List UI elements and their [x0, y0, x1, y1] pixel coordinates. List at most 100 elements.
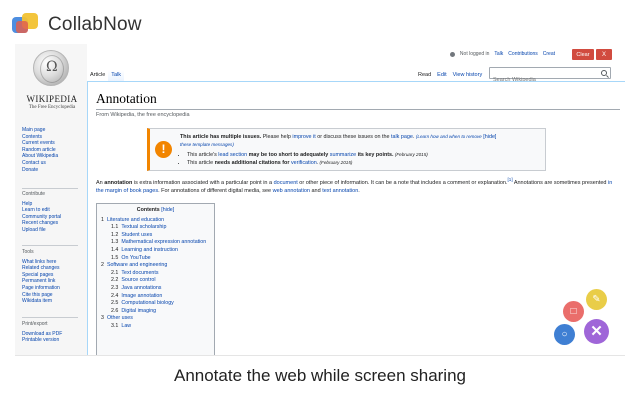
- issue-date: (February 2015): [318, 160, 352, 165]
- nav-divider: [22, 188, 78, 189]
- nav-header: Contribute: [22, 191, 86, 198]
- hide-issues-link[interactable]: [hide]: [482, 134, 497, 140]
- collabnow-logo-icon: [12, 11, 42, 39]
- web-annotation-link[interactable]: web annotation: [273, 188, 310, 194]
- title-divider: [96, 109, 620, 110]
- circle-tool-button[interactable]: ○: [554, 324, 575, 345]
- nav-link[interactable]: What links here: [22, 259, 86, 266]
- nav-header: Print/export: [22, 321, 86, 328]
- search-icon[interactable]: [601, 70, 607, 76]
- toc-item[interactable]: 2.5Computational biology: [101, 300, 214, 308]
- tab-read[interactable]: Read: [415, 70, 434, 81]
- nav-link[interactable]: Current events: [22, 140, 86, 147]
- template-messages-link[interactable]: these template messages): [180, 142, 234, 147]
- tab-view-history[interactable]: View history: [450, 70, 486, 81]
- verification-link[interactable]: verification: [289, 160, 316, 166]
- nav-link[interactable]: Random article: [22, 147, 86, 154]
- text-annotation-link[interactable]: text annotation: [322, 188, 358, 194]
- nav-link[interactable]: Main page: [22, 127, 86, 134]
- create-account-link[interactable]: Creat: [543, 51, 555, 57]
- toc-label: Software and engineering: [107, 262, 167, 268]
- toc-item[interactable]: 1.5On YouTube: [101, 255, 214, 263]
- wiki-wordmark: WIKIPEDIA: [21, 94, 83, 104]
- learn-remove-link[interactable]: (Learn how and when to remove: [416, 134, 482, 139]
- nav-link[interactable]: Learn to edit: [22, 207, 86, 214]
- nav-link[interactable]: Contact us: [22, 160, 86, 167]
- nav-link[interactable]: Help: [22, 201, 86, 208]
- text-span: .: [358, 188, 360, 194]
- tab-edit[interactable]: Edit: [434, 70, 449, 81]
- nav-link[interactable]: Permanent link: [22, 278, 86, 285]
- toc-item[interactable]: 1.1Textual scholarship: [101, 224, 214, 232]
- nav-link[interactable]: Community portal: [22, 214, 86, 221]
- nav-link[interactable]: Printable version: [22, 337, 86, 344]
- nav-link[interactable]: Special pages: [22, 272, 86, 279]
- toc-number: 3: [101, 315, 104, 321]
- toc-hide-link[interactable]: [hide]: [160, 207, 174, 213]
- text-span: or discuss these issues on the: [316, 134, 391, 140]
- nav-link[interactable]: Upload file: [22, 227, 86, 234]
- toc-item[interactable]: 3.1Law: [101, 323, 214, 331]
- toc-item[interactable]: 3Other uses: [101, 315, 214, 323]
- tab-article[interactable]: Article: [87, 70, 108, 81]
- lead-section-link[interactable]: lead section: [218, 152, 247, 158]
- site-subtitle: From Wikipedia, the free encyclopedia: [96, 112, 190, 118]
- text-span: and: [310, 188, 322, 194]
- nav-main: Main page Contents Current events Random…: [22, 127, 86, 173]
- improve-link[interactable]: improve it: [292, 134, 315, 140]
- nav-link[interactable]: Wikidata item: [22, 298, 86, 305]
- toc-item[interactable]: 2.6Digital imaging: [101, 308, 214, 316]
- toc-item[interactable]: 1.2Student uses: [101, 232, 214, 240]
- toc-item[interactable]: 1.4Learning and instruction: [101, 247, 214, 255]
- nav-tools: Tools What links here Related changes Sp…: [22, 249, 86, 305]
- intro-paragraph: An annotation is extra information assoc…: [96, 176, 620, 195]
- toc-item[interactable]: 1Literature and education: [101, 217, 214, 225]
- login-status: Not logged in: [460, 51, 489, 57]
- toc-title: Contents [hide]: [97, 207, 214, 215]
- wikipedia-globe-logo[interactable]: [33, 50, 69, 86]
- text-span: Please help: [261, 134, 292, 140]
- summarize-link[interactable]: summarize: [330, 152, 356, 158]
- nav-link[interactable]: Recent changes: [22, 220, 86, 227]
- nav-link[interactable]: About Wikipedia: [22, 153, 86, 160]
- document-link[interactable]: document: [274, 180, 298, 186]
- talk-page-link[interactable]: talk page: [391, 134, 413, 140]
- nav-link[interactable]: Page information: [22, 285, 86, 292]
- pencil-tool-button[interactable]: ✎: [586, 289, 607, 310]
- toc-label: Java annotations: [121, 285, 161, 291]
- toc-number: 2: [101, 262, 104, 268]
- contributions-link[interactable]: Contributions: [508, 51, 537, 57]
- nav-link[interactable]: Download as PDF: [22, 331, 86, 338]
- toc-item[interactable]: 2.1Text documents: [101, 270, 214, 278]
- close-toolbar-button[interactable]: ✕: [584, 319, 609, 344]
- clear-annotations-button[interactable]: Clear: [572, 49, 594, 60]
- warning-icon: !: [155, 141, 172, 158]
- toc-item[interactable]: 2.3Java annotations: [101, 285, 214, 293]
- toc-number: 1.3: [111, 239, 118, 245]
- toc-number: 2.4: [111, 293, 118, 299]
- toc-item[interactable]: 2Software and engineering: [101, 262, 214, 270]
- toc-item[interactable]: 1.3Mathematical expression annotation: [101, 239, 214, 247]
- nav-link[interactable]: Cite this page: [22, 292, 86, 299]
- toc-label: Textual scholarship: [121, 224, 166, 230]
- nav-header: Tools: [22, 249, 86, 256]
- view-tabs: Read Edit View history: [415, 70, 485, 81]
- rectangle-tool-button[interactable]: □: [563, 301, 584, 322]
- close-annotations-button[interactable]: X: [596, 49, 612, 60]
- toc-item[interactable]: 2.4Image annotation: [101, 293, 214, 301]
- wiki-tagline: The Free Encyclopedia: [21, 105, 83, 110]
- toc-number: 1.1: [111, 224, 118, 230]
- caption: Annotate the web while screen sharing: [0, 366, 640, 386]
- text-span: needs additional citations for: [215, 160, 290, 166]
- nav-link[interactable]: Donate: [22, 167, 86, 174]
- toc-label: Literature and education: [107, 217, 164, 223]
- brand: CollabNow: [12, 10, 142, 40]
- toc-item[interactable]: 2.2Source control: [101, 277, 214, 285]
- toc-label: On YouTube: [121, 255, 150, 261]
- tab-talk[interactable]: Talk: [108, 70, 124, 81]
- nav-link[interactable]: Related changes: [22, 265, 86, 272]
- toc-label: Text documents: [121, 270, 158, 276]
- nav-link[interactable]: Contents: [22, 134, 86, 141]
- talk-link[interactable]: Talk: [494, 51, 503, 57]
- brand-name: CollabNow: [48, 14, 142, 36]
